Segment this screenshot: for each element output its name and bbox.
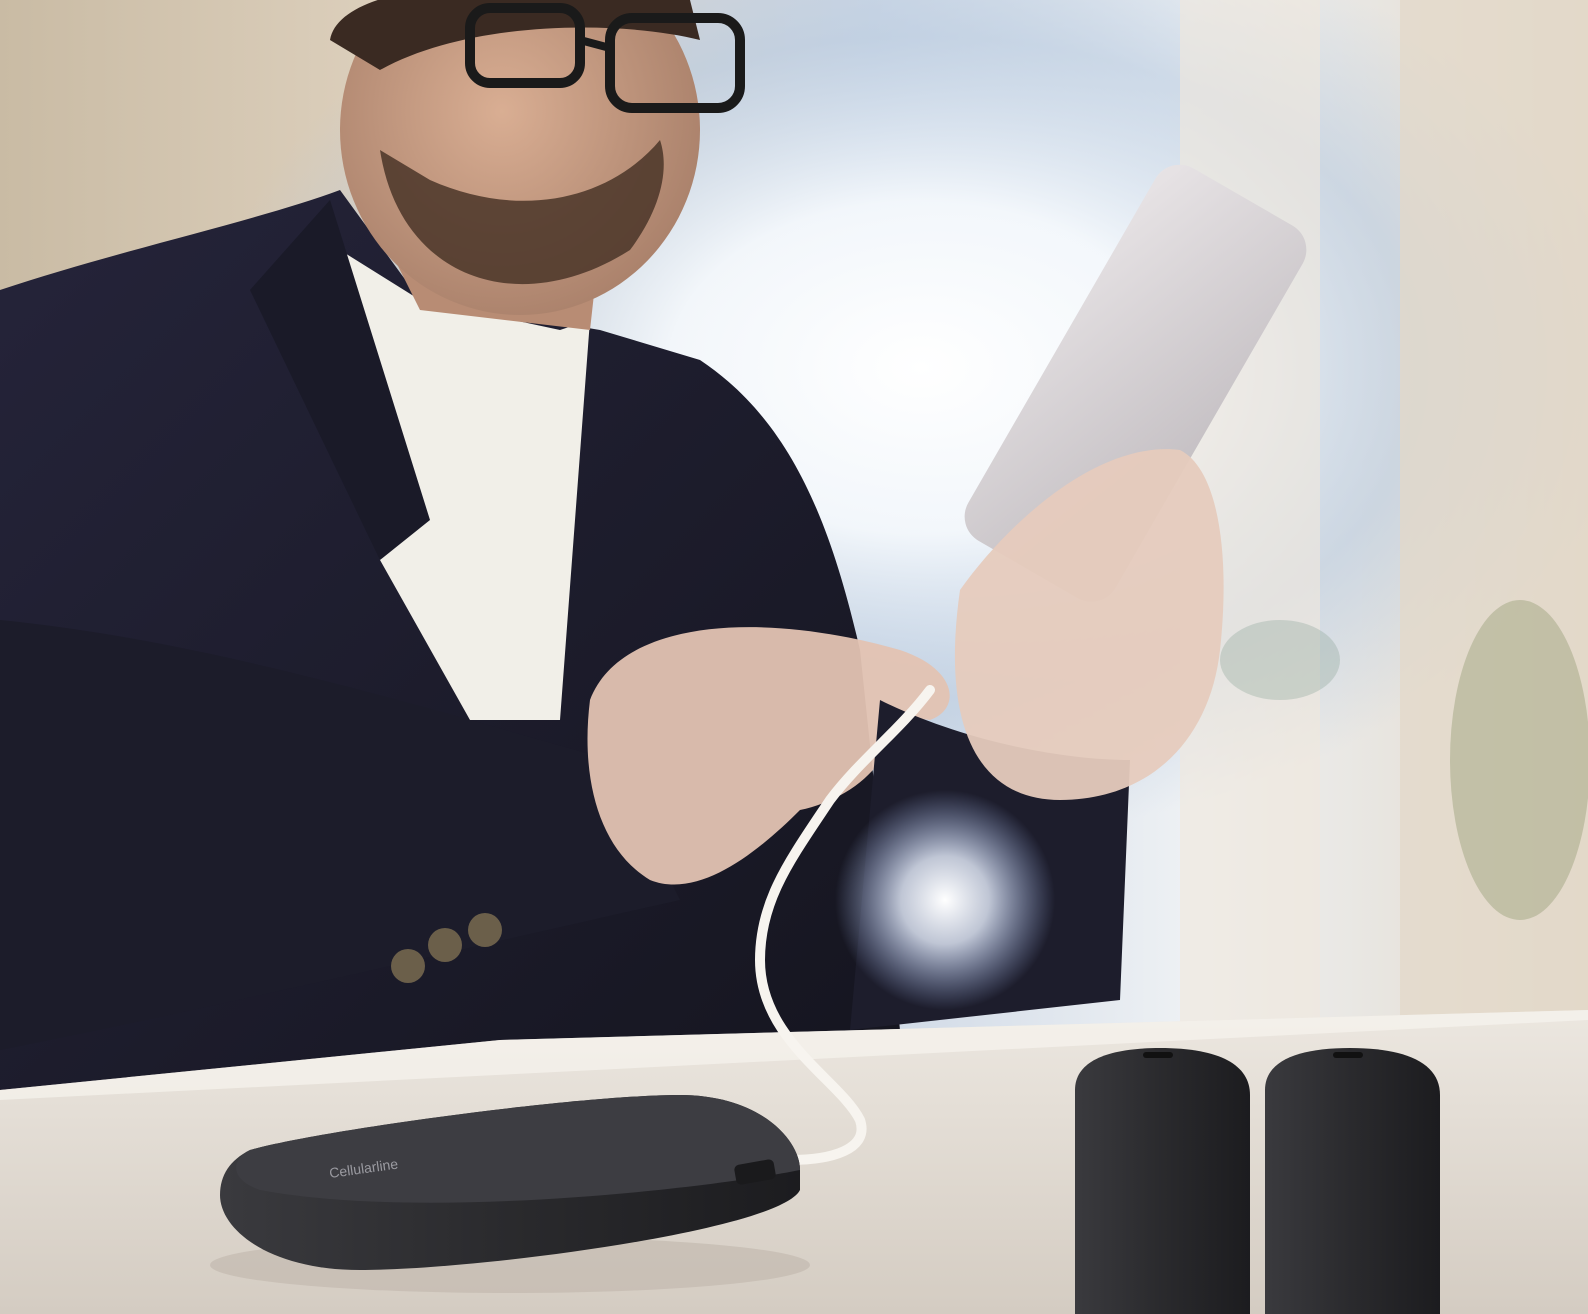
power-bank-standing-1-port (1143, 1052, 1173, 1058)
cuff-button-1 (391, 949, 425, 983)
product-photo: Cellularline (0, 0, 1588, 1314)
photo-canvas: Cellularline (0, 0, 1588, 1314)
power-bank-standing-1 (1075, 1048, 1250, 1314)
cuff-button-3 (468, 913, 502, 947)
lens-flare (835, 790, 1055, 1010)
power-bank-standing-2-port (1333, 1052, 1363, 1058)
background-foliage (1220, 620, 1340, 700)
cuff-button-2 (428, 928, 462, 962)
background-plant (1450, 600, 1588, 920)
power-bank-standing-2 (1265, 1048, 1440, 1314)
